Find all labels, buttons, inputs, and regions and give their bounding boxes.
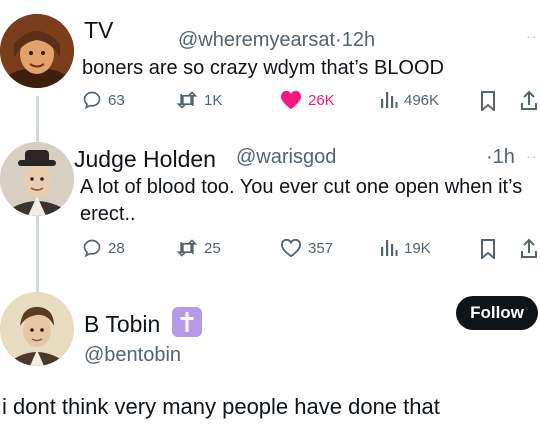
tweet-text: boners are so crazy wdym that’s BLOOD [82, 57, 444, 79]
reply-count: 63 [108, 91, 125, 109]
bookmark-button[interactable] [480, 91, 496, 111]
like-count: 357 [308, 239, 334, 257]
views-icon [381, 92, 398, 108]
reply-count: 28 [108, 239, 125, 257]
tweet-text: i dont think very many people have done … [2, 394, 440, 419]
display-name[interactable]: B Tobin [84, 311, 160, 338]
follow-button[interactable]: Follow [456, 296, 538, 330]
share-icon [521, 238, 537, 258]
reply-icon [83, 239, 101, 258]
handle[interactable]: @warisgod [236, 146, 336, 169]
retweet-button[interactable]: 25 [176, 238, 221, 258]
avatar[interactable] [0, 14, 74, 88]
bookmark-button[interactable] [480, 239, 496, 259]
retweet-icon [176, 91, 198, 109]
handle[interactable]: @bentobin [84, 344, 181, 367]
more-icon[interactable]: ·· [526, 148, 537, 164]
views-button[interactable]: 496K [380, 90, 439, 110]
retweet-button[interactable]: 1K [176, 90, 222, 110]
timestamp[interactable]: 12h [342, 29, 375, 51]
bookmark-icon [481, 91, 495, 111]
timestamp-group[interactable]: ·1h [486, 146, 515, 169]
views-count: 19K [404, 239, 431, 257]
avatar[interactable] [0, 142, 74, 216]
separator-dot: · [486, 146, 493, 168]
share-button[interactable] [521, 90, 537, 110]
bookmark-icon [481, 239, 495, 259]
reply-icon [83, 91, 101, 110]
reply-button[interactable]: 63 [82, 90, 125, 110]
handle[interactable]: @wheremyearsat·12h [178, 29, 375, 52]
display-name[interactable]: Judge Holden [74, 146, 216, 173]
views-count: 496K [404, 91, 440, 109]
retweet-count: 1K [204, 91, 223, 109]
thread-line-2 [36, 214, 39, 292]
views-button[interactable]: 19K [380, 238, 431, 258]
thread-line-1 [36, 96, 39, 142]
timestamp[interactable]: 1h [493, 146, 515, 168]
avatar[interactable] [0, 292, 74, 366]
retweet-icon [176, 239, 198, 257]
share-button[interactable] [521, 238, 537, 258]
tweet-text: A lot of blood too. You ever cut one ope… [80, 176, 523, 225]
like-icon [280, 238, 302, 258]
separator-dot: · [335, 29, 342, 51]
display-name[interactable]: TV [84, 17, 113, 44]
cross-badge-icon [172, 307, 202, 337]
like-icon [281, 90, 301, 110]
more-icon[interactable]: ·· [526, 28, 537, 44]
views-icon [381, 240, 398, 256]
share-icon [521, 90, 537, 110]
handle-text: @wheremyearsat [178, 29, 336, 51]
like-button[interactable]: 357 [280, 238, 333, 258]
like-count: 26K [308, 91, 335, 109]
reply-button[interactable]: 28 [82, 238, 125, 258]
like-button[interactable]: 26K [280, 90, 335, 110]
retweet-count: 25 [204, 239, 221, 257]
